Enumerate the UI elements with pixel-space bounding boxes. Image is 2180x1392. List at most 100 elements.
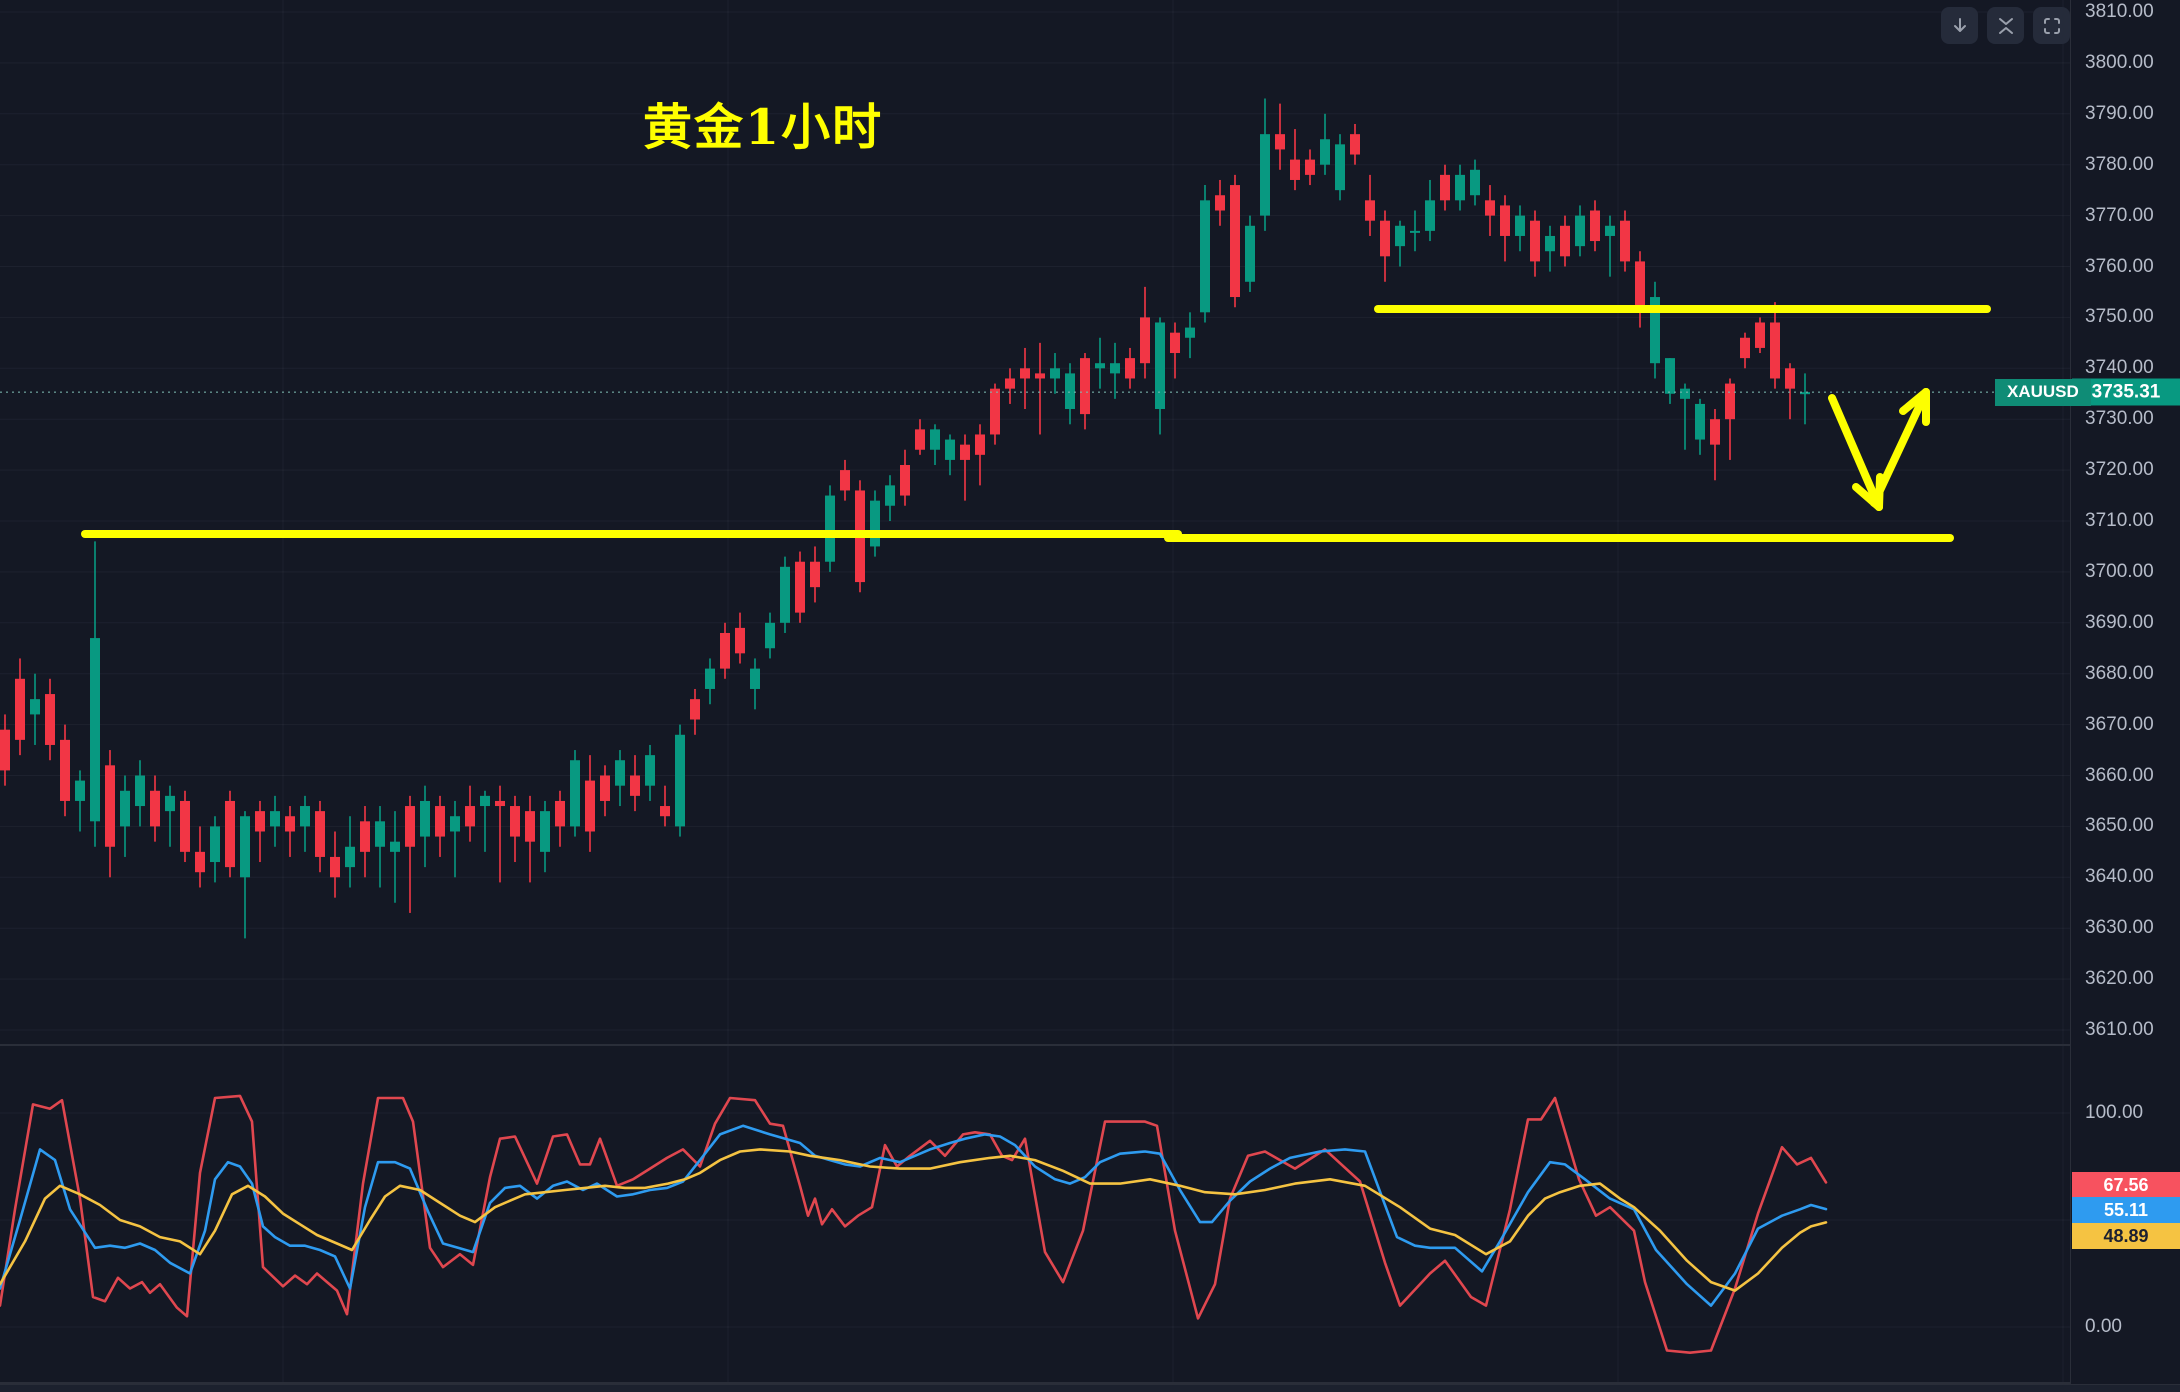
price-tick-label: 3740.00: [2085, 357, 2154, 379]
candle-body: [570, 760, 580, 826]
candle-body: [1545, 236, 1555, 251]
candle-body: [705, 669, 715, 689]
candle-body: [1725, 384, 1735, 420]
candle-body: [435, 806, 445, 837]
candle-body: [945, 440, 955, 460]
candlestick-chart-canvas[interactable]: [0, 0, 2180, 1392]
candle-body: [255, 811, 265, 831]
oscillator-value-badge: 67.56: [2072, 1172, 2180, 1198]
candle-body: [1620, 221, 1630, 262]
candle-body: [1200, 200, 1210, 312]
candle-body: [1245, 226, 1255, 282]
chart-toolbar: [1941, 7, 2070, 44]
price-tick-label: 3610.00: [2085, 1019, 2154, 1041]
candle-body: [30, 699, 40, 714]
candle-body: [585, 781, 595, 832]
candle-body: [840, 470, 850, 490]
price-axis[interactable]: 3735.31 3810.003800.003790.003780.003770…: [2070, 0, 2180, 1392]
candle-body: [1470, 170, 1480, 195]
candle-body: [1080, 358, 1090, 414]
oscillator-value-badge: 55.11: [2072, 1197, 2180, 1223]
candle-body: [1260, 134, 1270, 215]
chart-title-annotation: 黄金1小时: [643, 88, 883, 159]
price-tick-label: 3710.00: [2085, 510, 2154, 532]
candle-body: [1215, 195, 1225, 210]
candle-body: [120, 791, 130, 827]
candle-body: [735, 628, 745, 653]
candle-body: [1275, 134, 1285, 149]
candle-body: [960, 445, 970, 460]
candle-body: [465, 806, 475, 826]
candle-body: [1695, 404, 1705, 440]
candle-body: [660, 806, 670, 816]
candle-body: [615, 760, 625, 785]
candle-body: [630, 776, 640, 796]
candle-body: [1440, 175, 1450, 200]
fullscreen-frame-icon: [2042, 16, 2062, 36]
candle-body: [1380, 221, 1390, 257]
candle-body: [285, 816, 295, 831]
candle-body: [420, 801, 430, 837]
candle-body: [1560, 226, 1570, 257]
candle-body: [195, 852, 205, 872]
candle-body: [930, 429, 940, 449]
candle-body: [1500, 205, 1510, 236]
price-tick-label: 3630.00: [2085, 917, 2154, 939]
price-tick-label: 3690.00: [2085, 612, 2154, 634]
candle-body: [1485, 200, 1495, 215]
candle-body: [720, 633, 730, 669]
candle-body: [780, 567, 790, 623]
candle-body: [90, 638, 100, 821]
candle-body: [1305, 160, 1315, 175]
candle-body: [405, 806, 415, 847]
candle-body: [60, 740, 70, 801]
price-tick-label: 3750.00: [2085, 306, 2154, 328]
candle-body: [1515, 216, 1525, 236]
candle-body: [915, 429, 925, 449]
candle-body: [795, 562, 805, 613]
candle-body: [375, 821, 385, 846]
download-arrow-icon: [1950, 16, 1970, 36]
candle-body: [1410, 231, 1420, 233]
price-tick-label: 3800.00: [2085, 52, 2154, 74]
candle-body: [150, 791, 160, 827]
candle-body: [105, 765, 115, 846]
candle-body: [1350, 134, 1360, 154]
candle-body: [675, 735, 685, 827]
candle-body: [1230, 185, 1240, 297]
candle-body: [1680, 389, 1690, 399]
collapse-button[interactable]: [1987, 7, 2024, 44]
candle-body: [1140, 317, 1150, 363]
oscillator-tick-label: 0.00: [2085, 1316, 2122, 1338]
candle-body: [180, 801, 190, 852]
candle-body: [1170, 333, 1180, 353]
candle-body: [270, 811, 280, 826]
candle-body: [480, 796, 490, 806]
candle-body: [1155, 322, 1165, 409]
candle-body: [1110, 363, 1120, 373]
candle-body: [15, 679, 25, 740]
candle-body: [330, 857, 340, 877]
candle-body: [1590, 211, 1600, 242]
candle-body: [315, 811, 325, 857]
candle-body: [1335, 144, 1345, 190]
candle-body: [450, 816, 460, 831]
download-button[interactable]: [1941, 7, 1978, 44]
candle-body: [510, 806, 520, 837]
trading-chart-app: 黄金1小时 3735.31 3810.003800.003790.003780.…: [0, 0, 2180, 1392]
candle-body: [1770, 322, 1780, 378]
candle-body: [240, 816, 250, 877]
oscillator-value-badge: 48.89: [2072, 1223, 2180, 1249]
fullscreen-button[interactable]: [2033, 7, 2070, 44]
candle-body: [1020, 368, 1030, 378]
candle-body: [600, 776, 610, 801]
bottom-toolbar-strip: [0, 1384, 2180, 1392]
candle-body: [825, 496, 835, 562]
candle-body: [1125, 358, 1135, 378]
candle-body: [1740, 338, 1750, 358]
candle-body: [1365, 200, 1375, 220]
candle-body: [225, 801, 235, 867]
price-tick-label: 3700.00: [2085, 561, 2154, 583]
candle-body: [885, 485, 895, 505]
candle-body: [1065, 373, 1075, 409]
